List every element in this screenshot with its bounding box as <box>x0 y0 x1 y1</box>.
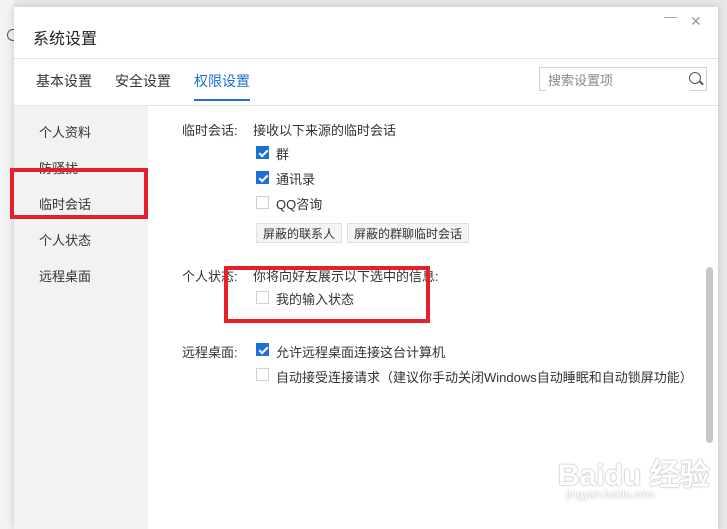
group-option-label: 群 <box>276 147 290 162</box>
search-input[interactable] <box>546 69 690 91</box>
qq-consult-checkbox[interactable] <box>256 196 269 209</box>
contacts-checkbox[interactable] <box>256 171 269 184</box>
qq-consult-option-label: QQ咨询 <box>276 197 323 212</box>
search-box <box>539 67 707 91</box>
scrollbar[interactable] <box>706 267 713 443</box>
allow-remote-option-label: 允许远程桌面连接这台计算机 <box>276 345 446 360</box>
blocked-contacts-button[interactable]: 屏蔽的联系人 <box>256 223 343 243</box>
contacts-option-label: 通讯录 <box>276 172 316 187</box>
group-checkbox[interactable] <box>256 146 269 159</box>
temp-session-label: 临时会话: <box>182 123 238 138</box>
search-icon[interactable] <box>689 72 701 84</box>
tab-permission-settings[interactable]: 权限设置 <box>194 71 250 101</box>
watermark-url: jingyan.baidu.com <box>566 489 655 501</box>
sidebar-item-remote-desktop[interactable]: 远程桌面 <box>39 266 91 285</box>
highlight-box-status <box>224 266 430 323</box>
tab-basic-settings[interactable]: 基本设置 <box>36 71 92 99</box>
auto-accept-checkbox[interactable] <box>256 368 269 381</box>
window-title: 系统设置 <box>33 31 98 48</box>
auto-accept-option-label: 自动接受连接请求（建议你手动关闭Windows自动睡眠和自动锁屏功能） <box>276 370 693 385</box>
sidebar-item-profile[interactable]: 个人资料 <box>39 122 91 141</box>
remote-desktop-label: 远程桌面: <box>182 345 238 360</box>
minimize-icon[interactable]: — <box>664 9 677 24</box>
allow-remote-checkbox[interactable] <box>256 343 269 356</box>
background-window-strip <box>0 0 19 529</box>
tab-security-settings[interactable]: 安全设置 <box>115 71 171 99</box>
sidebar-item-personal-status[interactable]: 个人状态 <box>39 230 91 249</box>
close-icon[interactable]: ✕ <box>690 13 702 30</box>
highlight-box-sidebar <box>10 168 148 219</box>
watermark: Baidu 经验 <box>558 459 710 492</box>
blocked-group-sessions-button[interactable]: 屏蔽的群聊临时会话 <box>347 223 470 243</box>
title-bar: 系统设置 — ✕ <box>14 7 718 59</box>
temp-session-description: 接收以下来源的临时会话 <box>253 123 397 138</box>
